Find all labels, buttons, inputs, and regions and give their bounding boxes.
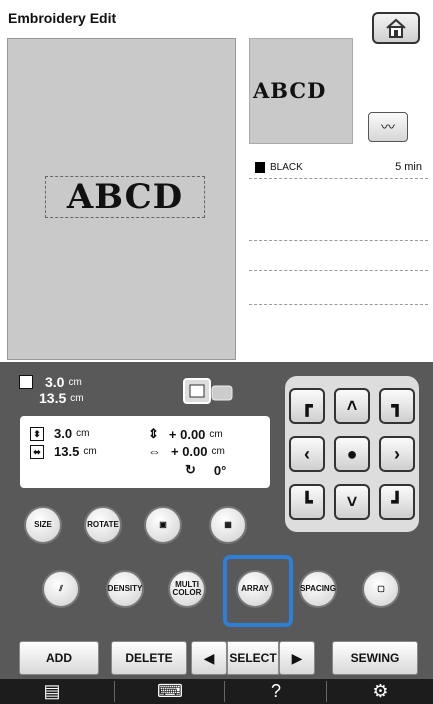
preview-design-text: ABCD	[253, 78, 327, 103]
horizontal-offset-unit: cm	[211, 446, 225, 457]
vertical-offset-value: + 0.00	[168, 426, 206, 442]
divider	[326, 681, 327, 702]
sewing-button[interactable]: SEWING	[332, 641, 418, 675]
center-button[interactable]: ●	[334, 436, 370, 472]
rotation-icon: ↻	[185, 462, 196, 477]
move-right-button[interactable]: ›	[379, 436, 415, 472]
mirror-button[interactable]: ⫽	[42, 570, 80, 608]
width-box-value: 13.5	[54, 444, 80, 459]
position-info: ⬍ 3.0 cm ⬌ 13.5 cm ⇕ + 0.00 cm ⇔ + 0.00 cm ↻ 0°	[20, 416, 270, 488]
move-pad: ┏ ˄ ┓ ‹ ● › ┗ ˅ ┛	[285, 376, 419, 532]
spool-button[interactable]: ▣	[144, 506, 182, 544]
machine-icon: ⌨	[157, 681, 183, 701]
density-button-label: DENSITY	[107, 584, 143, 593]
height-box-value: 3.0	[54, 426, 73, 441]
width-value: 13.5	[39, 390, 67, 406]
triangle-right-icon: ▶	[291, 649, 303, 666]
divider	[249, 270, 428, 271]
home-button[interactable]	[372, 12, 420, 44]
height-box-unit: cm	[76, 428, 90, 439]
color-row[interactable]: BLACK 5 min	[249, 156, 428, 178]
select-prev-button[interactable]: ◀	[191, 641, 227, 675]
move-up-button[interactable]: ˄	[334, 388, 370, 424]
corner-down-right-icon: ┛	[391, 491, 403, 512]
corner-up-right-icon: ┓	[391, 395, 403, 416]
home-icon	[386, 18, 406, 38]
chevron-left-icon: ‹	[304, 443, 310, 464]
page-button[interactable]: ▤	[0, 679, 104, 704]
multi-color-button-label: MULTI COLOR	[172, 580, 202, 597]
color-swatch	[255, 161, 265, 173]
height-icon: ⬍	[30, 426, 44, 441]
width-unit: cm	[70, 392, 84, 404]
document-icon: ▤	[43, 681, 61, 701]
height-unit: cm	[68, 376, 82, 388]
vertical-offset-icon: ⇕	[148, 426, 159, 441]
border-button[interactable]: ▢	[362, 570, 400, 608]
size-icon: ▪	[19, 375, 33, 389]
help-button[interactable]: ?	[226, 679, 326, 704]
stitch-view-button[interactable]: 〰	[368, 112, 408, 142]
move-down-right-button[interactable]: ┛	[379, 484, 415, 520]
border-icon: ▢	[377, 584, 385, 593]
spacing-button-label: SPACING	[300, 584, 336, 593]
grid-icon: ▦	[224, 520, 232, 529]
canvas-design-text[interactable]: ABCD	[45, 176, 205, 218]
vertical-offset-unit: cm	[209, 428, 223, 440]
corner-down-left-icon: ┗	[301, 491, 313, 512]
divider	[224, 681, 225, 702]
rotate-button[interactable]: ROTATE	[84, 506, 122, 544]
array-button-label: ARRAY	[241, 584, 269, 593]
machine-button[interactable]: ⌨	[116, 679, 224, 704]
chevron-up-icon: ˄	[346, 395, 358, 416]
move-down-button[interactable]: ˅	[334, 484, 370, 520]
page-title: Embroidery Edit	[8, 10, 117, 26]
stitch-view-icon: 〰	[381, 119, 395, 135]
delete-button[interactable]: DELETE	[111, 641, 187, 675]
select-next-button[interactable]: ▶	[279, 641, 315, 675]
chevron-down-icon: ˅	[346, 491, 358, 512]
color-list: BLACK 5 min	[249, 156, 428, 358]
rotation-value: 0°	[213, 462, 227, 478]
size-summary: ▪ 3.0 cm 13.5 cm	[19, 370, 139, 412]
corner-up-left-icon: ┏	[301, 395, 313, 416]
density-button[interactable]: DENSITY	[106, 570, 144, 608]
move-left-button[interactable]: ‹	[289, 436, 325, 472]
array-button[interactable]: ARRAY	[236, 570, 274, 608]
size-button-label: SIZE	[34, 520, 52, 529]
embroidery-frame-icon	[182, 376, 238, 406]
add-button[interactable]: ADD	[19, 641, 99, 675]
size-button[interactable]: SIZE	[24, 506, 62, 544]
grid-button[interactable]: ▦	[209, 506, 247, 544]
help-icon: ?	[270, 681, 281, 701]
horizontal-offset-icon: ⇔	[148, 444, 161, 459]
multi-color-button[interactable]: MULTI COLOR	[168, 570, 206, 608]
height-value: 3.0	[45, 374, 65, 390]
color-name: BLACK	[270, 161, 303, 173]
width-box-unit: cm	[83, 446, 97, 457]
bottom-bar: ▤ ⌨ ? ⚙	[0, 679, 433, 704]
spool-icon: ▣	[159, 520, 167, 529]
mirror-icon: ⫽	[59, 584, 63, 593]
triangle-left-icon: ◀	[203, 649, 215, 666]
move-up-right-button[interactable]: ┓	[379, 388, 415, 424]
width-icon: ⬌	[30, 444, 44, 459]
center-dot-icon: ●	[346, 443, 358, 464]
settings-button[interactable]: ⚙	[328, 679, 433, 704]
select-label: SELECT	[227, 641, 279, 675]
divider	[249, 304, 428, 305]
chevron-right-icon: ›	[394, 443, 400, 464]
spacing-button[interactable]: SPACING	[299, 570, 337, 608]
move-up-left-button[interactable]: ┏	[289, 388, 325, 424]
divider	[114, 681, 115, 702]
rotate-button-label: ROTATE	[87, 520, 119, 529]
settings-icon: ⚙	[372, 681, 389, 701]
divider	[249, 178, 428, 179]
horizontal-offset-value: + 0.00	[171, 444, 208, 459]
move-down-left-button[interactable]: ┗	[289, 484, 325, 520]
divider	[249, 240, 428, 241]
color-time: 5 min	[395, 161, 422, 173]
